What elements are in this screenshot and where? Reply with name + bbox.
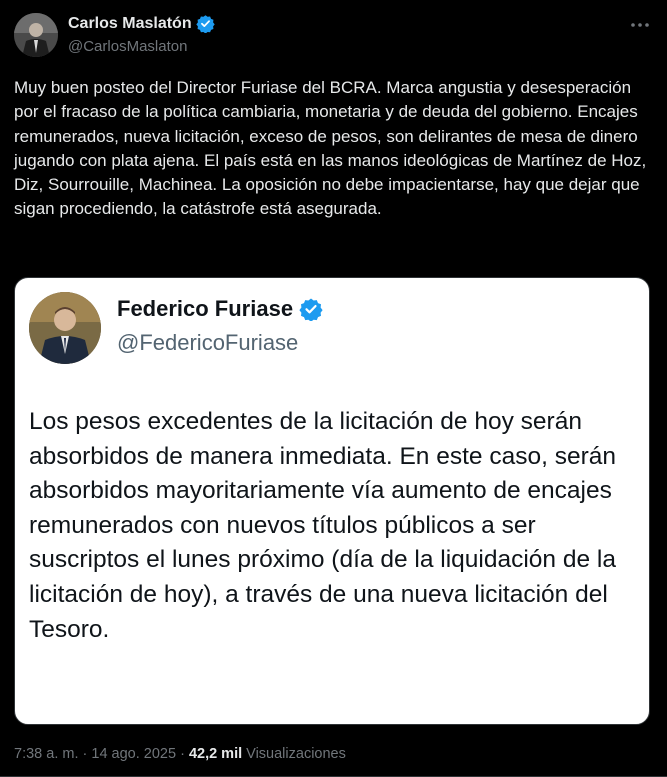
- meta-separator: ·: [78, 746, 92, 762]
- author-name-row[interactable]: Carlos Maslatón: [68, 14, 215, 34]
- quoted-author-avatar: [29, 292, 101, 364]
- author-avatar[interactable]: [14, 13, 58, 57]
- quoted-tweet-text: Los pesos excedentes de la licitación de…: [29, 408, 616, 643]
- tweet-date[interactable]: 14 ago. 2025: [91, 746, 176, 762]
- quoted-author-name: Federico Furiase: [117, 296, 294, 321]
- views-label: Visualizaciones: [246, 746, 346, 762]
- author-name[interactable]: Carlos Maslatón: [68, 15, 192, 33]
- tweet-text: Muy buen posteo del Director Furiase del…: [14, 78, 647, 219]
- verified-badge-icon: [299, 297, 323, 322]
- views-count: 42,2 mil: [188, 746, 243, 762]
- more-options-icon[interactable]: [627, 14, 653, 36]
- quoted-author-handle: @FedericoFuriase: [117, 330, 299, 355]
- author-handle[interactable]: @CarlosMaslaton: [68, 38, 187, 55]
- verified-badge-icon: [195, 14, 215, 34]
- tweet-meta: 7:38 a. m. · 14 ago. 2025 · 42,2 mil Vis…: [14, 746, 346, 762]
- tweet: Carlos Maslatón @CarlosMaslaton Muy buen…: [0, 0, 667, 777]
- quoted-tweet-image[interactable]: Federico Furiase @FedericoFuriase Los pe…: [14, 277, 650, 725]
- tweet-time[interactable]: 7:38 a. m.: [14, 746, 78, 762]
- meta-separator: ·: [176, 746, 189, 762]
- quoted-name-row: Federico Furiase: [117, 296, 323, 322]
